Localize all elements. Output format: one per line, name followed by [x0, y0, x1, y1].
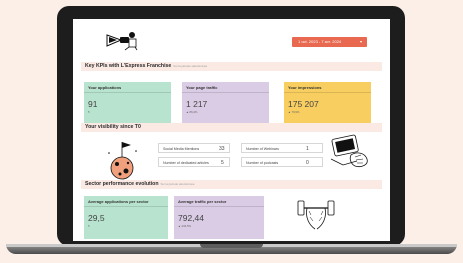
- kpi-value: 29,5: [88, 213, 105, 223]
- kpi-value: 91: [88, 99, 98, 109]
- stat-dedicated-articles: Number of dedicated articles 5: [158, 157, 230, 167]
- stat-value: 1: [306, 146, 309, 152]
- date-range-label: 1 oct. 2023 - 7 avr. 2024: [298, 39, 342, 44]
- laptop-frame: 1 oct. 2023 - 7 avr. 2024 ▾ Key KPIs wit…: [0, 0, 463, 263]
- kpi-section-title: Key KPIs with L'Express Franchise Sur la …: [85, 63, 208, 69]
- stat-social-mentions: Social Media Mentions 33: [158, 143, 230, 153]
- sector-section-header: Sector performance evolution Sur la pério…: [81, 180, 382, 189]
- kpi-card-page-traffic: Your page traffic 1 217 ▲ 86,4%: [182, 82, 269, 125]
- sector-card-traffic: Average traffic per sector 792,44 ▲ 234,…: [174, 196, 264, 239]
- kpi-value: 792,44: [178, 213, 204, 223]
- kpi-delta: ▲ 234,5%: [178, 224, 192, 228]
- dumbbell-arms-illustration: [297, 200, 335, 230]
- date-range-selector[interactable]: 1 oct. 2023 - 7 avr. 2024 ▾: [292, 37, 367, 47]
- kpi-delta: 5: [88, 110, 90, 114]
- laptop-hand-illustration: [330, 134, 368, 167]
- kpi-section-note: Sur la période sélectionnée: [173, 64, 208, 68]
- stat-label: Number of Webinars: [246, 147, 279, 151]
- sector-section-title: Sector performance evolution Sur la pério…: [85, 181, 195, 187]
- kpi-label: Your page traffic: [186, 85, 218, 90]
- kpi-label: Average traffic per sector: [178, 199, 227, 204]
- kpi-label: Your applications: [88, 85, 122, 90]
- kpi-delta: ▲ 79,9%: [288, 110, 300, 114]
- stat-value: 33: [219, 146, 225, 152]
- stat-label: Social Media Mentions: [163, 147, 200, 151]
- globe-flag-illustration: [108, 142, 137, 180]
- sector-section-note: Sur la période sélectionnée: [160, 182, 195, 186]
- stat-podcasts: Number of podcasts 0: [241, 157, 323, 167]
- laptop-notch: [200, 244, 263, 248]
- kpi-delta: 5: [88, 224, 90, 228]
- brand-logo: [106, 32, 138, 51]
- stat-value: 5: [221, 160, 224, 166]
- kpi-value: 175 207: [288, 99, 319, 109]
- chevron-down-icon: ▾: [359, 39, 362, 44]
- kpi-card-applications: Your applications 91 5: [84, 82, 171, 125]
- kpi-delta: ▲ 86,4%: [186, 110, 198, 114]
- kpi-label: Average applications per sector: [88, 199, 149, 204]
- stat-webinars: Number of Webinars 1: [241, 143, 323, 153]
- kpi-card-impressions: Your impressions 175 207 ▲ 79,9%: [284, 82, 371, 125]
- stat-label: Number of dedicated articles: [163, 161, 209, 165]
- kpi-value: 1 217: [186, 99, 208, 109]
- kpi-label: Your impressions: [288, 85, 322, 90]
- visibility-section-title: Your visibility since T0: [85, 124, 141, 130]
- kpi-section-header: Key KPIs with L'Express Franchise Sur la …: [81, 62, 382, 71]
- stat-value: 0: [306, 160, 309, 166]
- stat-label: Number of podcasts: [246, 161, 279, 165]
- dashboard-screen: 1 oct. 2023 - 7 avr. 2024 ▾ Key KPIs wit…: [73, 19, 390, 241]
- sector-card-applications: Average applications per sector 29,5 5: [84, 196, 168, 239]
